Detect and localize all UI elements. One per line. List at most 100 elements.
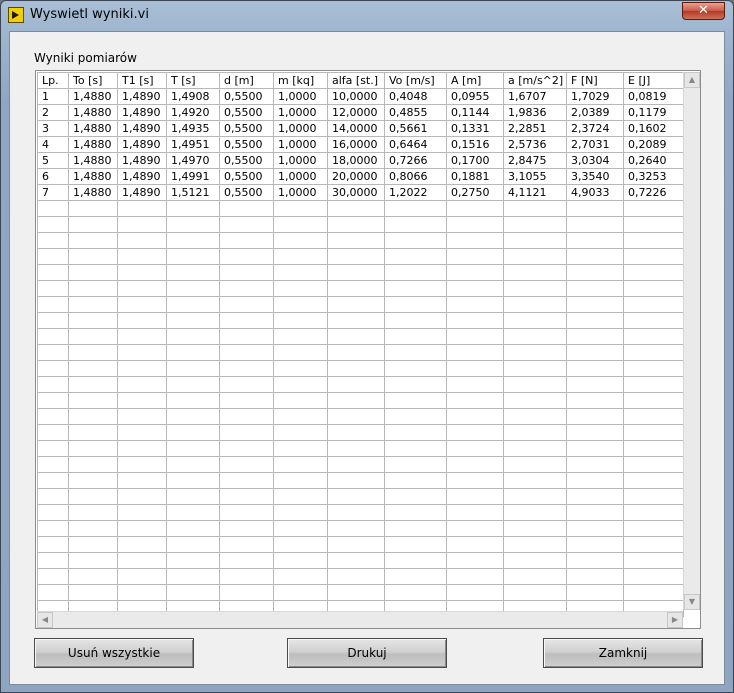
table-cell[interactable]: 0,1516 bbox=[446, 136, 504, 153]
table-cell[interactable] bbox=[166, 424, 220, 441]
table-cell[interactable] bbox=[219, 376, 274, 393]
table-cell[interactable] bbox=[273, 440, 328, 457]
table-cell[interactable] bbox=[37, 392, 69, 409]
window-close-button[interactable]: ✕ bbox=[682, 2, 725, 20]
chevron-down-icon[interactable]: ▼ bbox=[684, 594, 700, 610]
table-cell[interactable] bbox=[503, 488, 567, 505]
table-cell[interactable] bbox=[166, 392, 220, 409]
table-cell[interactable]: 1,4935 bbox=[166, 120, 220, 137]
table-cell[interactable] bbox=[219, 408, 274, 425]
table-cell[interactable]: 0,7226 bbox=[623, 184, 684, 201]
table-cell[interactable]: 0,1602 bbox=[623, 120, 684, 137]
table-cell[interactable] bbox=[37, 584, 69, 601]
empty-table-row[interactable] bbox=[37, 392, 684, 409]
table-cell[interactable] bbox=[219, 312, 274, 329]
empty-table-row[interactable] bbox=[37, 568, 684, 585]
table-cell[interactable] bbox=[37, 424, 69, 441]
table-cell[interactable] bbox=[384, 552, 447, 569]
table-cell[interactable] bbox=[384, 456, 447, 473]
table-cell[interactable] bbox=[166, 408, 220, 425]
table-cell[interactable] bbox=[117, 456, 167, 473]
table-cell[interactable] bbox=[503, 584, 567, 601]
table-cell[interactable] bbox=[503, 248, 567, 265]
table-cell[interactable] bbox=[219, 392, 274, 409]
table-cell[interactable] bbox=[384, 280, 447, 297]
table-cell[interactable] bbox=[384, 344, 447, 361]
table-cell[interactable] bbox=[623, 344, 684, 361]
table-cell[interactable] bbox=[37, 312, 69, 329]
table-cell[interactable] bbox=[446, 232, 504, 249]
empty-table-row[interactable] bbox=[37, 472, 684, 489]
table-cell[interactable] bbox=[37, 440, 69, 457]
table-cell[interactable] bbox=[37, 552, 69, 569]
table-cell[interactable] bbox=[219, 440, 274, 457]
table-cell[interactable]: 5 bbox=[37, 152, 69, 169]
title-bar[interactable]: Wyswietl wyniki.vi ✕ bbox=[1, 1, 733, 29]
table-cell[interactable] bbox=[384, 328, 447, 345]
table-cell[interactable] bbox=[623, 520, 684, 537]
table-cell[interactable]: 1,4890 bbox=[117, 120, 167, 137]
table-cell[interactable] bbox=[273, 536, 328, 553]
table-cell[interactable] bbox=[68, 360, 118, 377]
table-cell[interactable] bbox=[166, 520, 220, 537]
table-cell[interactable] bbox=[446, 408, 504, 425]
table-cell[interactable]: 1,0000 bbox=[273, 136, 328, 153]
table-cell[interactable]: 1,4970 bbox=[166, 152, 220, 169]
table-cell[interactable] bbox=[219, 584, 274, 601]
table-cell[interactable] bbox=[446, 488, 504, 505]
table-cell[interactable]: 2 bbox=[37, 104, 69, 121]
empty-table-row[interactable] bbox=[37, 312, 684, 329]
table-cell[interactable] bbox=[384, 408, 447, 425]
chevron-up-icon[interactable]: ▲ bbox=[684, 72, 700, 88]
table-cell[interactable] bbox=[566, 424, 624, 441]
table-cell[interactable]: 1,4908 bbox=[166, 88, 220, 105]
table-cell[interactable]: 4 bbox=[37, 136, 69, 153]
table-cell[interactable] bbox=[37, 456, 69, 473]
table-cell[interactable] bbox=[446, 360, 504, 377]
table-cell[interactable]: 0,0819 bbox=[623, 88, 684, 105]
table-cell[interactable]: 1,4880 bbox=[68, 168, 118, 185]
table-cell[interactable] bbox=[117, 488, 167, 505]
vertical-scrollbar[interactable]: ▲ ▼ bbox=[683, 72, 700, 610]
table-cell[interactable]: 1,4890 bbox=[117, 88, 167, 105]
table-cell[interactable] bbox=[566, 376, 624, 393]
table-cell[interactable] bbox=[68, 504, 118, 521]
table-cell[interactable] bbox=[503, 280, 567, 297]
table-cell[interactable] bbox=[446, 440, 504, 457]
table-cell[interactable] bbox=[623, 216, 684, 233]
table-cell[interactable] bbox=[623, 200, 684, 217]
table-cell[interactable] bbox=[623, 536, 684, 553]
table-cell[interactable]: 1,4880 bbox=[68, 120, 118, 137]
table-row[interactable]: 1 1,4880 1,4890 1,4908 0,5500 1,0000 10,0000 0,… bbox=[37, 88, 684, 105]
table-cell[interactable] bbox=[446, 248, 504, 265]
table-cell[interactable]: 1,4890 bbox=[117, 184, 167, 201]
table-cell[interactable] bbox=[503, 504, 567, 521]
empty-table-row[interactable] bbox=[37, 408, 684, 425]
table-cell[interactable]: 0,2750 bbox=[446, 184, 504, 201]
table-cell[interactable] bbox=[566, 200, 624, 217]
table-cell[interactable] bbox=[623, 552, 684, 569]
table-cell[interactable]: 2,0389 bbox=[566, 104, 624, 121]
table-cell[interactable] bbox=[327, 520, 385, 537]
table-cell[interactable] bbox=[384, 200, 447, 217]
table-cell[interactable]: 4,9033 bbox=[566, 184, 624, 201]
table-cell[interactable] bbox=[327, 216, 385, 233]
table-cell[interactable] bbox=[503, 216, 567, 233]
table-cell[interactable] bbox=[117, 440, 167, 457]
table-cell[interactable] bbox=[166, 504, 220, 521]
table-cell[interactable] bbox=[166, 248, 220, 265]
table-cell[interactable] bbox=[219, 216, 274, 233]
table-cell[interactable] bbox=[566, 360, 624, 377]
table-cell[interactable] bbox=[117, 408, 167, 425]
table-cell[interactable] bbox=[273, 328, 328, 345]
table-cell[interactable]: 0,1331 bbox=[446, 120, 504, 137]
table-cell[interactable] bbox=[623, 280, 684, 297]
table-cell[interactable]: 0,2640 bbox=[623, 152, 684, 169]
table-cell[interactable] bbox=[219, 504, 274, 521]
table-cell[interactable] bbox=[37, 376, 69, 393]
table-cell[interactable] bbox=[566, 344, 624, 361]
table-cell[interactable] bbox=[384, 504, 447, 521]
table-cell[interactable]: 0,6464 bbox=[384, 136, 447, 153]
chevron-left-icon[interactable]: ◀ bbox=[37, 612, 53, 628]
table-cell[interactable] bbox=[327, 504, 385, 521]
